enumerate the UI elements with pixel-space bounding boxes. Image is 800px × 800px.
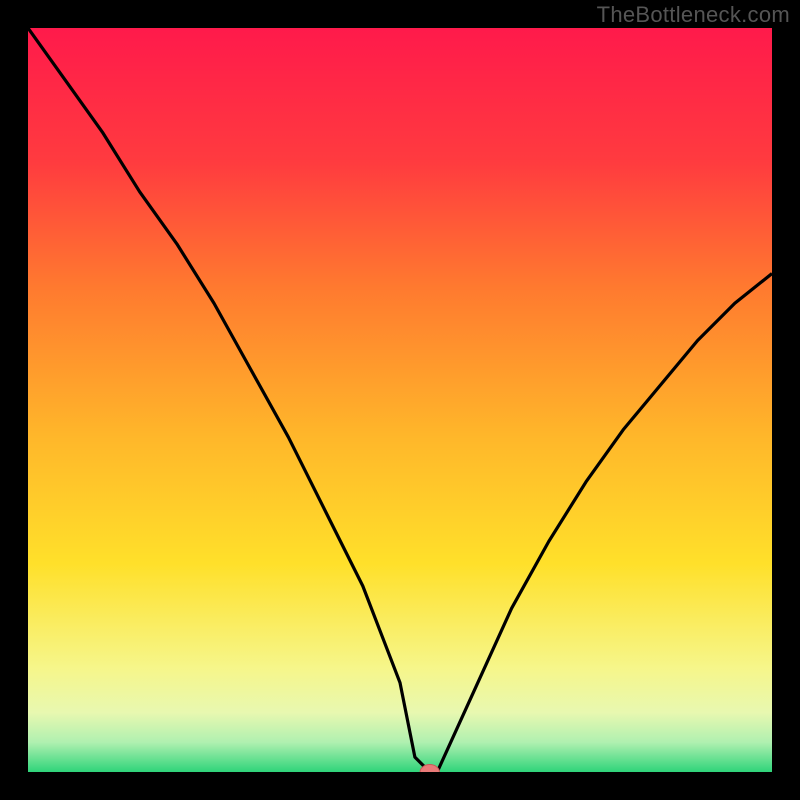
gradient-background [28,28,772,772]
chart-frame: TheBottleneck.com [0,0,800,800]
watermark-text: TheBottleneck.com [597,2,790,28]
bottleneck-chart [28,28,772,772]
